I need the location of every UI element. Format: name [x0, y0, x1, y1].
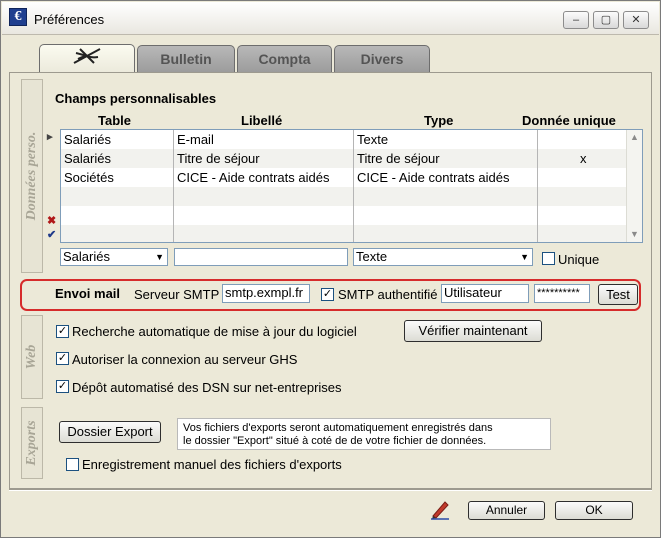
ok-button[interactable]: OK [555, 501, 633, 520]
table-row-empty[interactable] [61, 187, 627, 206]
dsn-deposit-checkbox[interactable]: ✓ [56, 380, 69, 393]
tab-divers[interactable]: Divers [334, 45, 430, 72]
chevron-down-icon: ▼ [520, 252, 529, 262]
column-divider [537, 130, 538, 242]
pen-icon[interactable] [429, 498, 451, 520]
column-header-type: Type [424, 113, 454, 128]
table-row[interactable]: Salariés Titre de séjour Titre de séjour… [61, 149, 627, 168]
window-title: Préférences [34, 12, 105, 27]
ghs-connection-label: Autoriser la connexion au serveur GHS [72, 352, 298, 367]
smtp-user-input[interactable]: Utilisateur [441, 284, 529, 303]
tab-bulletin[interactable]: Bulletin [137, 45, 235, 72]
cancel-button[interactable]: Annuler [468, 501, 545, 520]
scroll-up-icon[interactable]: ▲ [627, 130, 642, 145]
export-info-note: Vos fichiers d'exports seront automatiqu… [177, 418, 551, 450]
title-bar: € Préférences – ▢ ✕ [2, 2, 659, 35]
auto-update-label: Recherche automatique de mise à jour du … [72, 324, 357, 339]
custom-fields-table: Salariés E-mail Texte Salariés Titre de … [60, 129, 643, 243]
ghs-connection-checkbox[interactable]: ✓ [56, 352, 69, 365]
minimize-button[interactable]: – [563, 11, 589, 29]
test-button[interactable]: Test [598, 284, 638, 305]
column-header-libelle: Libellé [241, 113, 283, 128]
scroll-down-icon[interactable]: ▼ [627, 227, 642, 242]
tab-general[interactable] [39, 44, 135, 72]
current-row-marker-icon: ▸ [47, 131, 53, 143]
check-now-button[interactable]: Vérifier maintenant [404, 320, 542, 342]
app-euro-icon: € [9, 8, 27, 26]
column-divider [353, 130, 354, 242]
type-select[interactable]: Texte ▼ [353, 248, 533, 266]
tab-compta[interactable]: Compta [237, 45, 332, 72]
table-select[interactable]: Salariés ▼ [60, 248, 168, 266]
dsn-deposit-label: Dépôt automatisé des DSN sur net-entrepr… [72, 380, 342, 395]
unique-label: Unique [558, 252, 600, 267]
validate-row-icon[interactable]: ✔ [47, 228, 56, 241]
table-row-empty[interactable] [61, 206, 627, 225]
table-row-empty[interactable] [61, 225, 627, 242]
manual-export-label: Enregistrement manuel des fichiers d'exp… [82, 457, 342, 472]
mail-section-title: Envoi mail [55, 286, 121, 301]
close-button[interactable]: ✕ [623, 11, 649, 29]
preferences-window: € Préférences – ▢ ✕ Bulletin Compta Dive… [0, 0, 661, 538]
column-header-table: Table [98, 113, 131, 128]
custom-fields-title: Champs personnalisables [55, 91, 217, 106]
smtp-auth-checkbox[interactable]: ✓ [321, 288, 334, 301]
smtp-server-label: Serveur SMTP [134, 287, 220, 302]
smtp-auth-label: SMTP authentifié [338, 287, 438, 302]
table-row[interactable]: Salariés E-mail Texte [61, 130, 627, 149]
section-label-exports: Exports [21, 407, 43, 479]
export-folder-button[interactable]: Dossier Export [59, 421, 161, 443]
column-header-unique: Donnée unique [522, 113, 616, 128]
column-divider [173, 130, 174, 242]
footer-separator [9, 489, 652, 491]
unique-checkbox[interactable] [542, 252, 555, 265]
auto-update-checkbox[interactable]: ✓ [56, 325, 69, 338]
table-row[interactable]: Sociétés CICE - Aide contrats aidés CICE… [61, 168, 627, 187]
delete-row-icon[interactable]: ✖ [47, 214, 56, 227]
chevron-down-icon: ▼ [155, 252, 164, 262]
smtp-password-input[interactable]: ********** [534, 284, 590, 303]
section-label-web: Web [21, 315, 43, 399]
libelle-input[interactable] [174, 248, 348, 266]
smtp-server-input[interactable]: smtp.exmpl.fr [222, 284, 310, 303]
maximize-button[interactable]: ▢ [593, 11, 619, 29]
section-label-donnees-perso: Données perso. [21, 79, 43, 273]
manual-export-checkbox[interactable] [66, 458, 79, 471]
table-scrollbar[interactable]: ▲ ▼ [626, 130, 642, 242]
dragonfly-logo-icon [70, 47, 104, 72]
